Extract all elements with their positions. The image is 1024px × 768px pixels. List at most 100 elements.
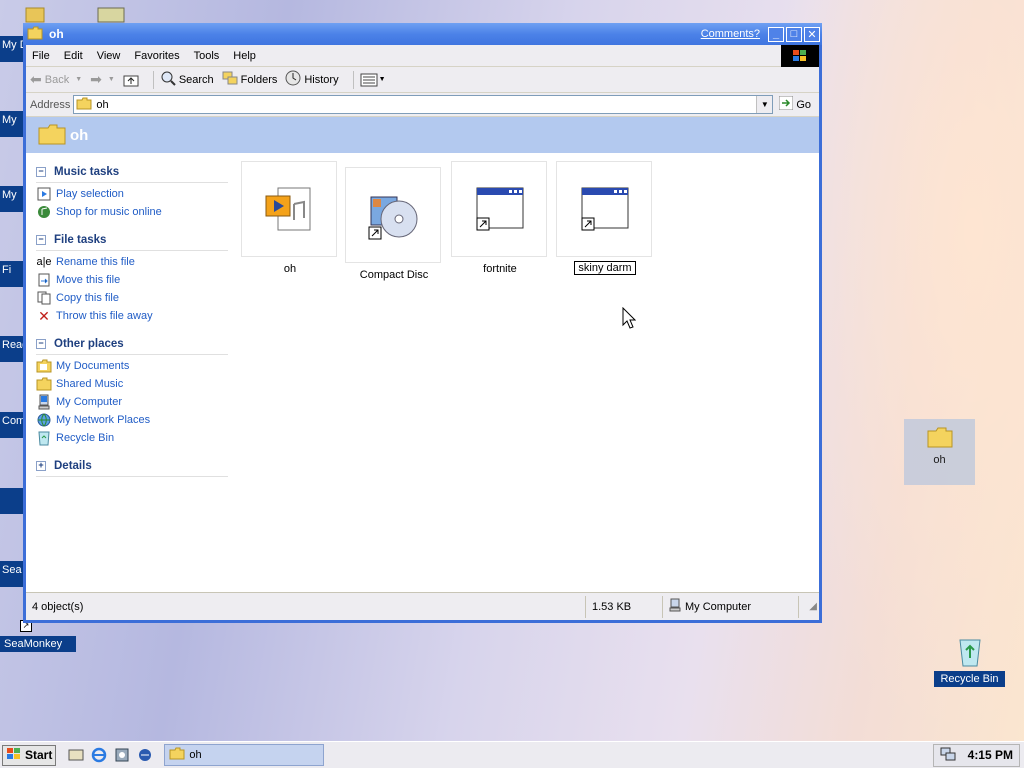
- place-shared-music[interactable]: Shared Music: [36, 375, 231, 393]
- folders-icon: [222, 70, 238, 89]
- views-button[interactable]: ▼: [360, 73, 386, 87]
- address-input[interactable]: oh ▼: [73, 95, 774, 114]
- file-item[interactable]: Compact Disc: [345, 167, 443, 281]
- desktop-icon-seamonkey[interactable]: ↗ SeaMonkey: [0, 618, 76, 652]
- rename-icon: a|e: [36, 256, 52, 268]
- menu-bar: File Edit View Favorites Tools Help: [26, 44, 819, 67]
- music-tasks-header[interactable]: − Music tasks: [36, 161, 228, 183]
- menu-favorites[interactable]: Favorites: [134, 50, 179, 62]
- address-value: oh: [96, 98, 109, 111]
- file-name: fortnite: [483, 263, 517, 275]
- task-play-selection[interactable]: Play selection: [36, 185, 231, 203]
- back-button[interactable]: ⬅ Back ▼: [30, 71, 82, 88]
- task-move-file[interactable]: Move this file: [36, 271, 231, 289]
- search-button[interactable]: Search: [160, 70, 214, 89]
- other-places-header[interactable]: − Other places: [36, 333, 228, 355]
- maximize-button[interactable]: □: [786, 26, 802, 42]
- desktop-label-6[interactable]: Com: [0, 412, 24, 438]
- start-button[interactable]: Start: [2, 744, 57, 766]
- messenger-icon[interactable]: [135, 745, 155, 765]
- menu-edit[interactable]: Edit: [64, 50, 83, 62]
- status-object-count: 4 object(s): [26, 595, 586, 618]
- minimize-button[interactable]: _: [768, 26, 784, 42]
- desktop-label-1[interactable]: My D: [0, 36, 24, 62]
- folder-heading-title: oh: [70, 126, 89, 144]
- folder-icon: [38, 123, 66, 148]
- menu-tools[interactable]: Tools: [194, 50, 220, 62]
- resize-grip-icon[interactable]: ◢: [809, 601, 817, 612]
- rename-input[interactable]: skiny darm: [574, 261, 636, 275]
- my-documents-icon: [36, 358, 52, 374]
- network-tray-icon[interactable]: [940, 746, 956, 765]
- task-delete-file[interactable]: ✕ Throw this file away: [36, 307, 231, 325]
- explorer-window: oh Comments? _ □ ✕ File Edit View Favori…: [23, 23, 822, 623]
- folder-icon: [27, 26, 43, 43]
- views-icon: [360, 73, 378, 86]
- toolbar-separator: [352, 70, 354, 89]
- file-item[interactable]: fortnite: [451, 161, 549, 275]
- desktop-icon-top-2[interactable]: [96, 2, 125, 24]
- desktop-label-8[interactable]: Sea: [0, 561, 24, 587]
- clock[interactable]: 4:15 PM: [968, 748, 1013, 762]
- menu-help[interactable]: Help: [233, 50, 256, 62]
- up-folder-button[interactable]: [123, 73, 139, 87]
- desktop-label-5[interactable]: Read: [0, 336, 24, 362]
- desktop-label-3[interactable]: My: [0, 186, 24, 212]
- menu-file[interactable]: File: [32, 50, 50, 62]
- media-file-icon: [241, 161, 337, 257]
- cd-shortcut-icon: [345, 167, 441, 263]
- folders-button[interactable]: Folders: [222, 70, 277, 89]
- windows-logo-icon: [781, 44, 819, 67]
- shared-music-folder-icon: [36, 376, 52, 392]
- status-size: 1.53 KB: [586, 595, 663, 618]
- move-icon: [36, 272, 52, 288]
- delete-x-icon: ✕: [38, 307, 50, 324]
- desktop-label-4[interactable]: Fi: [0, 261, 24, 287]
- file-name: oh: [283, 263, 297, 275]
- internet-explorer-icon[interactable]: [89, 745, 109, 765]
- place-recycle-bin[interactable]: Recycle Bin: [36, 429, 231, 447]
- menu-view[interactable]: View: [97, 50, 121, 62]
- address-label: Address: [30, 98, 71, 111]
- place-my-documents[interactable]: My Documents: [36, 357, 231, 375]
- collapse-icon[interactable]: −: [36, 338, 46, 349]
- folder-heading: oh: [26, 117, 819, 153]
- status-bar: 4 object(s) 1.53 KB My Computer ◢: [26, 592, 819, 620]
- close-button[interactable]: ✕: [804, 26, 820, 42]
- task-rename-file[interactable]: a|e Rename this file: [36, 253, 231, 271]
- title-bar[interactable]: oh Comments? _ □ ✕: [23, 23, 822, 45]
- go-button[interactable]: Go: [778, 95, 811, 113]
- collapse-icon[interactable]: −: [36, 166, 46, 177]
- file-item-renaming[interactable]: skiny darm: [556, 161, 654, 275]
- forward-button[interactable]: ➡ ▼: [90, 71, 115, 88]
- file-tasks-header[interactable]: − File tasks: [36, 229, 228, 251]
- desktop-label-2[interactable]: My: [0, 111, 24, 137]
- show-desktop-icon[interactable]: [66, 745, 86, 765]
- place-my-computer[interactable]: My Computer: [36, 393, 231, 411]
- desktop-icon-top-1[interactable]: [22, 2, 50, 24]
- desktop-icon-oh-folder[interactable]: oh: [904, 419, 975, 485]
- taskbar: Start oh 4:15 PM: [0, 741, 1024, 768]
- task-copy-file[interactable]: Copy this file: [36, 289, 231, 307]
- chevron-down-icon: ▼: [107, 76, 115, 83]
- desktop-icon-recycle-bin[interactable]: Recycle Bin: [934, 636, 1005, 687]
- folder-icon: [76, 97, 92, 113]
- desktop-label-7[interactable]: [0, 488, 24, 514]
- system-tray: 4:15 PM: [932, 743, 1020, 767]
- mouse-cursor-icon: [622, 306, 637, 332]
- comments-link[interactable]: Comments?: [701, 28, 760, 40]
- task-shop-music[interactable]: Shop for music online: [36, 203, 231, 221]
- windows-logo-icon: [6, 747, 22, 764]
- chevron-down-icon: ▼: [378, 76, 386, 83]
- file-item[interactable]: oh: [241, 161, 339, 275]
- toolbar-separator: [152, 70, 154, 89]
- program-shortcut-icon: [556, 161, 652, 257]
- collapse-icon[interactable]: −: [36, 234, 46, 245]
- settings-icon[interactable]: [112, 745, 132, 765]
- history-button[interactable]: History: [285, 70, 339, 89]
- details-header[interactable]: + Details: [36, 455, 228, 477]
- taskbar-window-oh[interactable]: oh: [164, 744, 325, 766]
- address-dropdown-button[interactable]: ▼: [756, 96, 773, 113]
- expand-icon[interactable]: +: [36, 460, 46, 471]
- place-my-network-places[interactable]: My Network Places: [36, 411, 231, 429]
